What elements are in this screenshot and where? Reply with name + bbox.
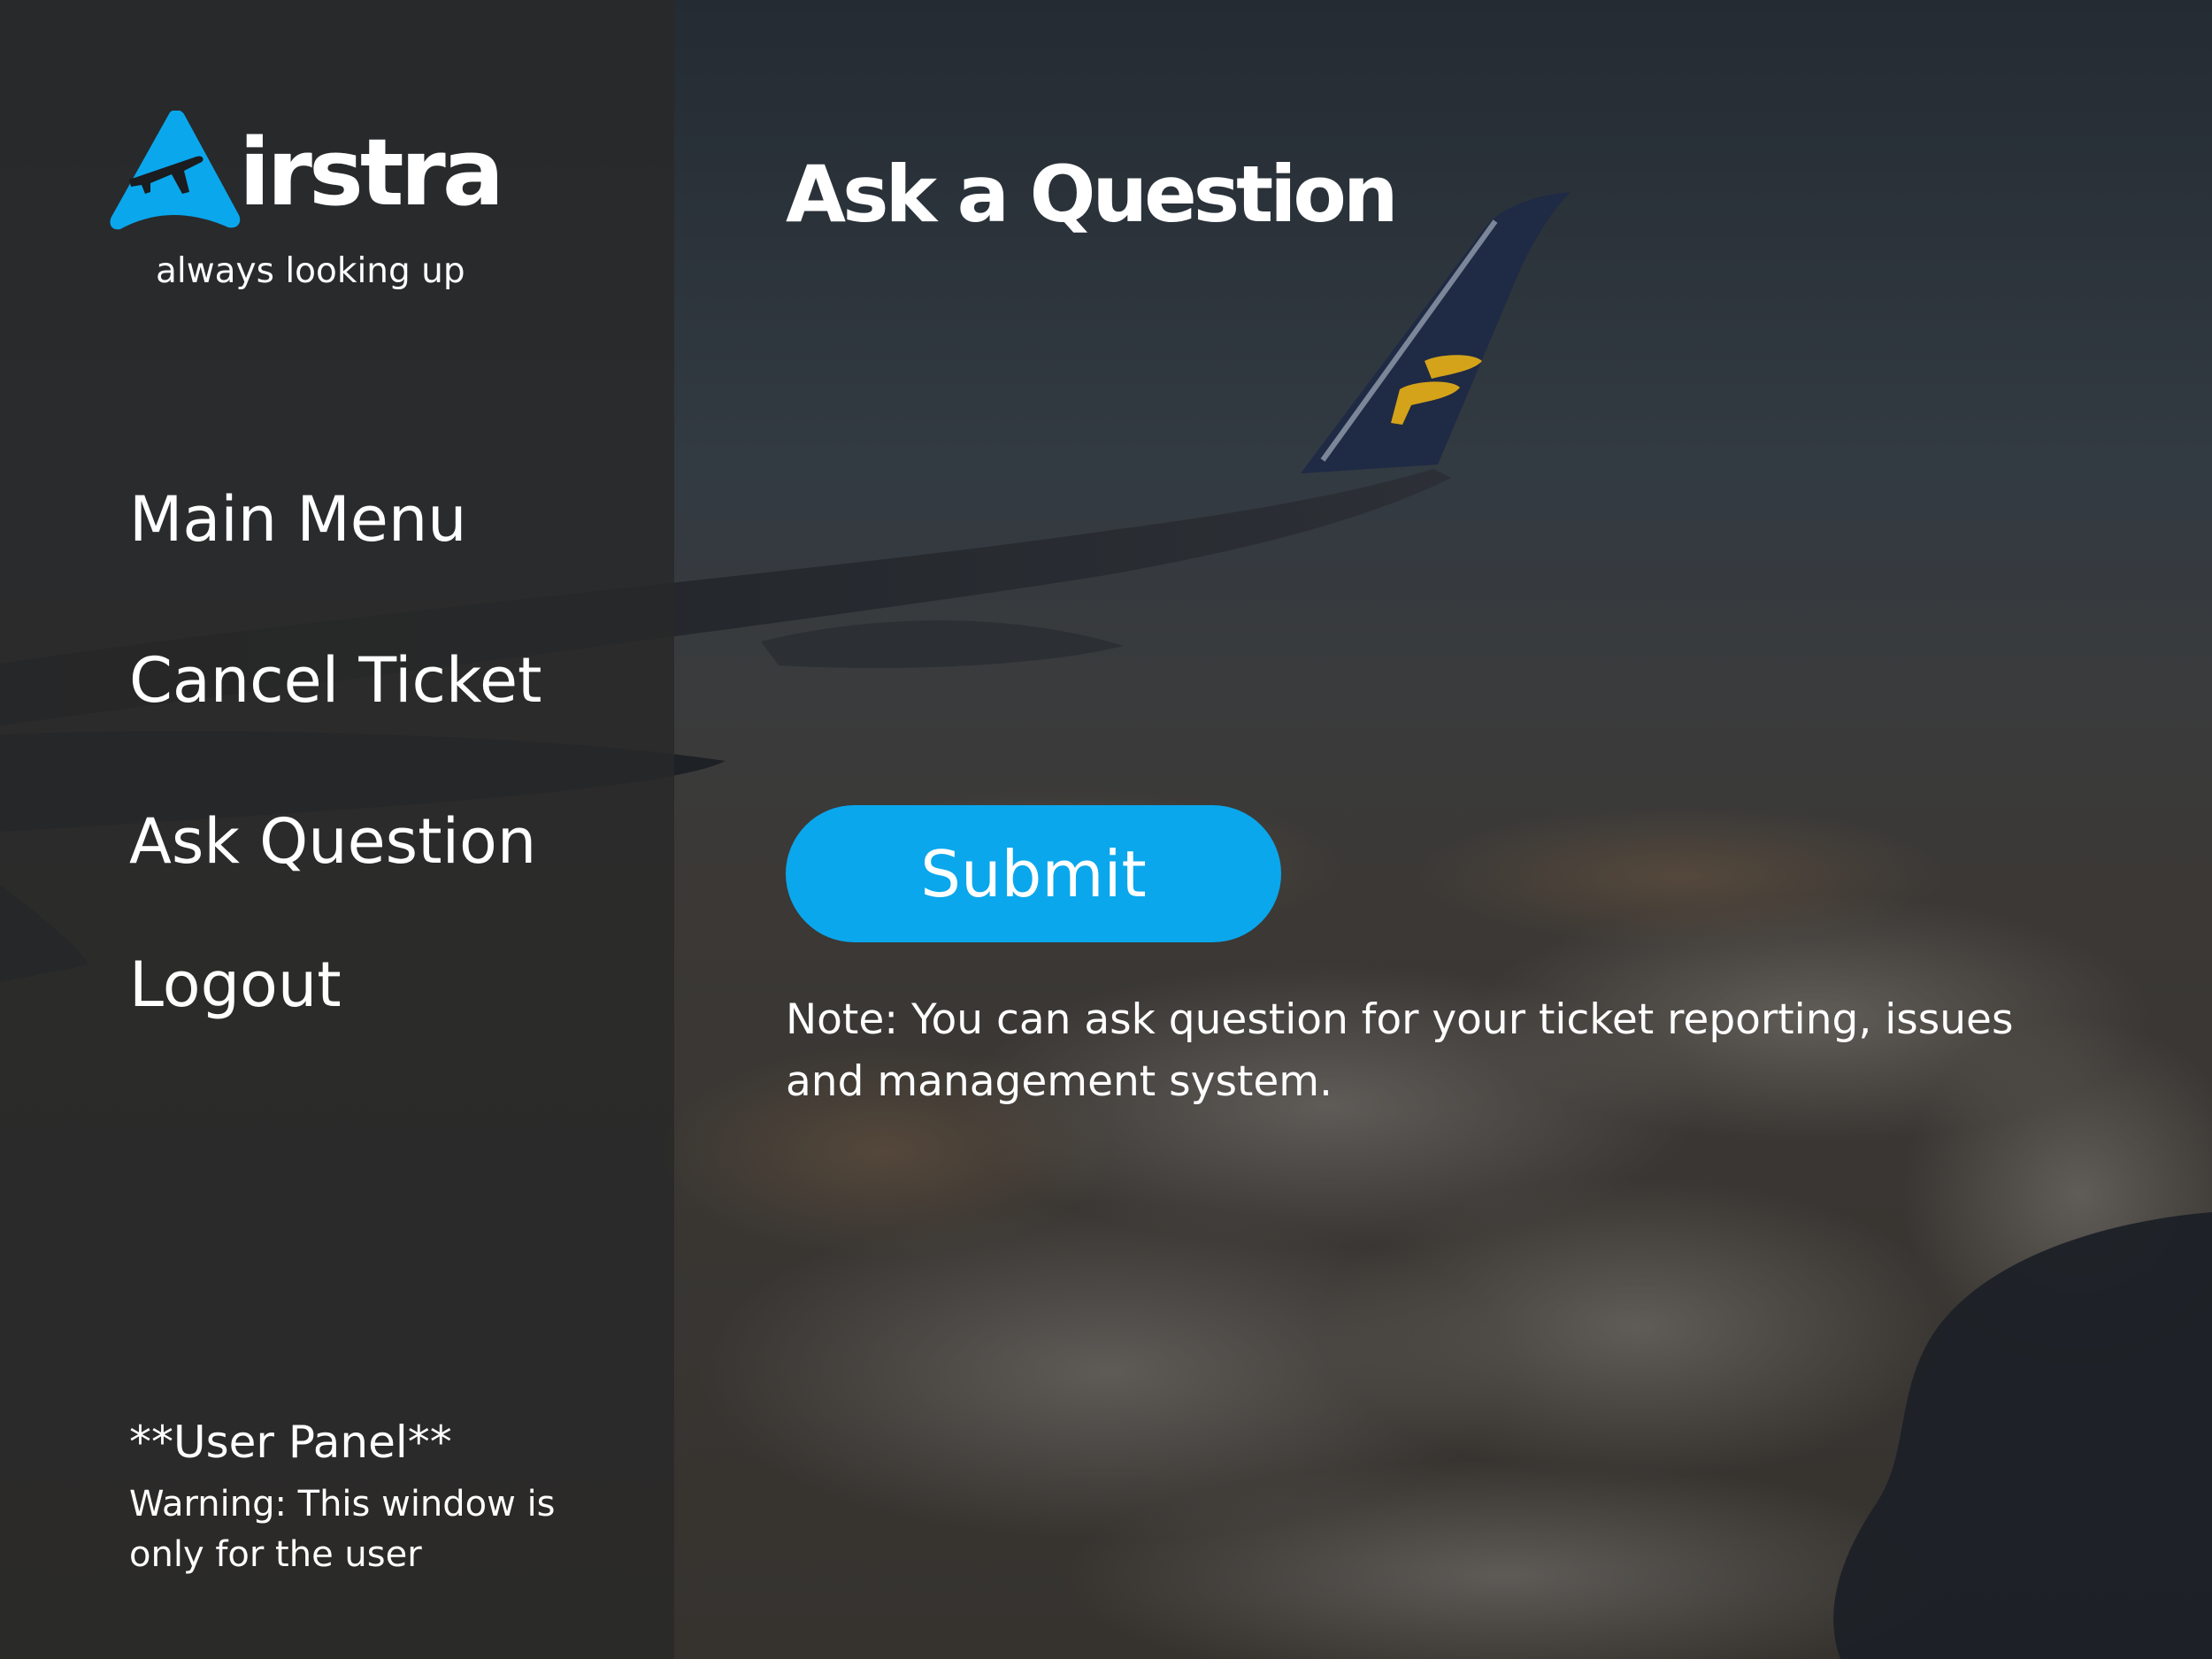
sidebar-item-main-menu[interactable]: Main Menu bbox=[129, 482, 467, 557]
page-title: Ask a Question bbox=[786, 149, 1399, 240]
brand-logo[interactable]: A irstra bbox=[110, 111, 504, 234]
user-panel-title: **User Panel** bbox=[129, 1417, 452, 1468]
submit-button[interactable]: Submit bbox=[786, 805, 1281, 942]
airplane-triangle-icon: A bbox=[110, 111, 241, 230]
sidebar-item-logout[interactable]: Logout bbox=[129, 948, 342, 1022]
sidebar-item-ask-question[interactable]: Ask Question bbox=[129, 804, 536, 879]
app-window: A irstra always looking up Main Menu Can… bbox=[0, 0, 2212, 1659]
sidebar: A irstra always looking up Main Menu Can… bbox=[0, 0, 674, 1659]
brand-tagline: always looking up bbox=[156, 251, 465, 291]
sidebar-item-cancel-ticket[interactable]: Cancel Ticket bbox=[129, 643, 541, 718]
brand-wordmark: irstra bbox=[239, 119, 504, 227]
help-note: Note: You can ask question for your tick… bbox=[786, 995, 2014, 1106]
user-panel-warning: Warning: This window is only for the use… bbox=[129, 1484, 556, 1575]
